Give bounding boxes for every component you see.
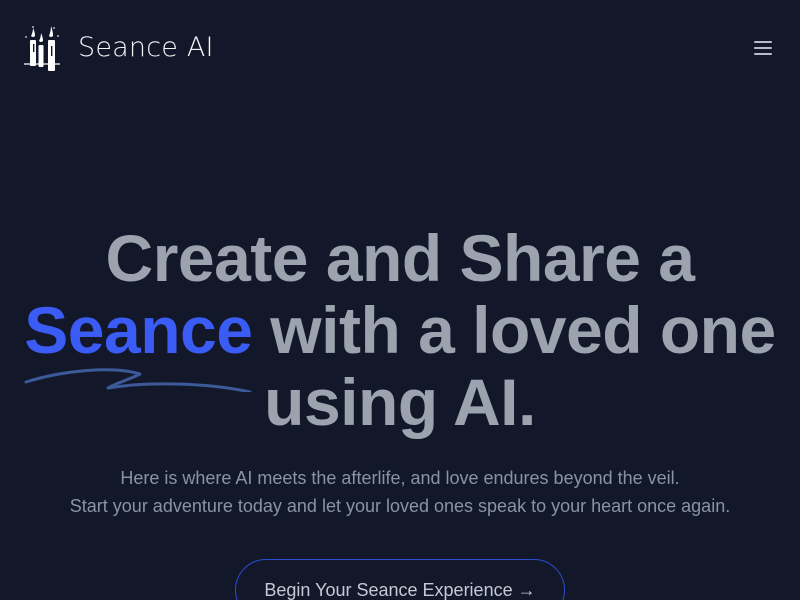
- begin-seance-button[interactable]: Begin Your Seance Experience →: [235, 559, 565, 600]
- hero-title-line-2: Seance with a loved one: [0, 293, 800, 392]
- hamburger-menu-icon[interactable]: [754, 40, 774, 56]
- brand-name: Seance AI: [78, 32, 214, 63]
- hero-title: Create and Share a Seance with a loved o…: [0, 222, 800, 438]
- site-header: Seance AI: [0, 0, 800, 96]
- hero-title-line-1: Create and Share a: [105, 221, 695, 295]
- page: Seance AI Create and Share a Seance with…: [0, 0, 800, 600]
- hero-title-highlight-text: Seance: [24, 293, 253, 367]
- candles-icon: [24, 26, 60, 71]
- hero-subtitle: Here is where AI meets the afterlife, an…: [0, 464, 800, 520]
- hero-title-highlight: Seance: [24, 293, 253, 392]
- hero-title-line-2-rest: with a loved one: [252, 293, 776, 367]
- brand-link[interactable]: Seance AI: [24, 24, 214, 72]
- hero-title-line-3: using AI.: [264, 365, 536, 439]
- hero-subtitle-line-2: Start your adventure today and let your …: [69, 496, 731, 516]
- hero-subtitle-line-1: Here is where AI meets the afterlife, an…: [120, 468, 680, 488]
